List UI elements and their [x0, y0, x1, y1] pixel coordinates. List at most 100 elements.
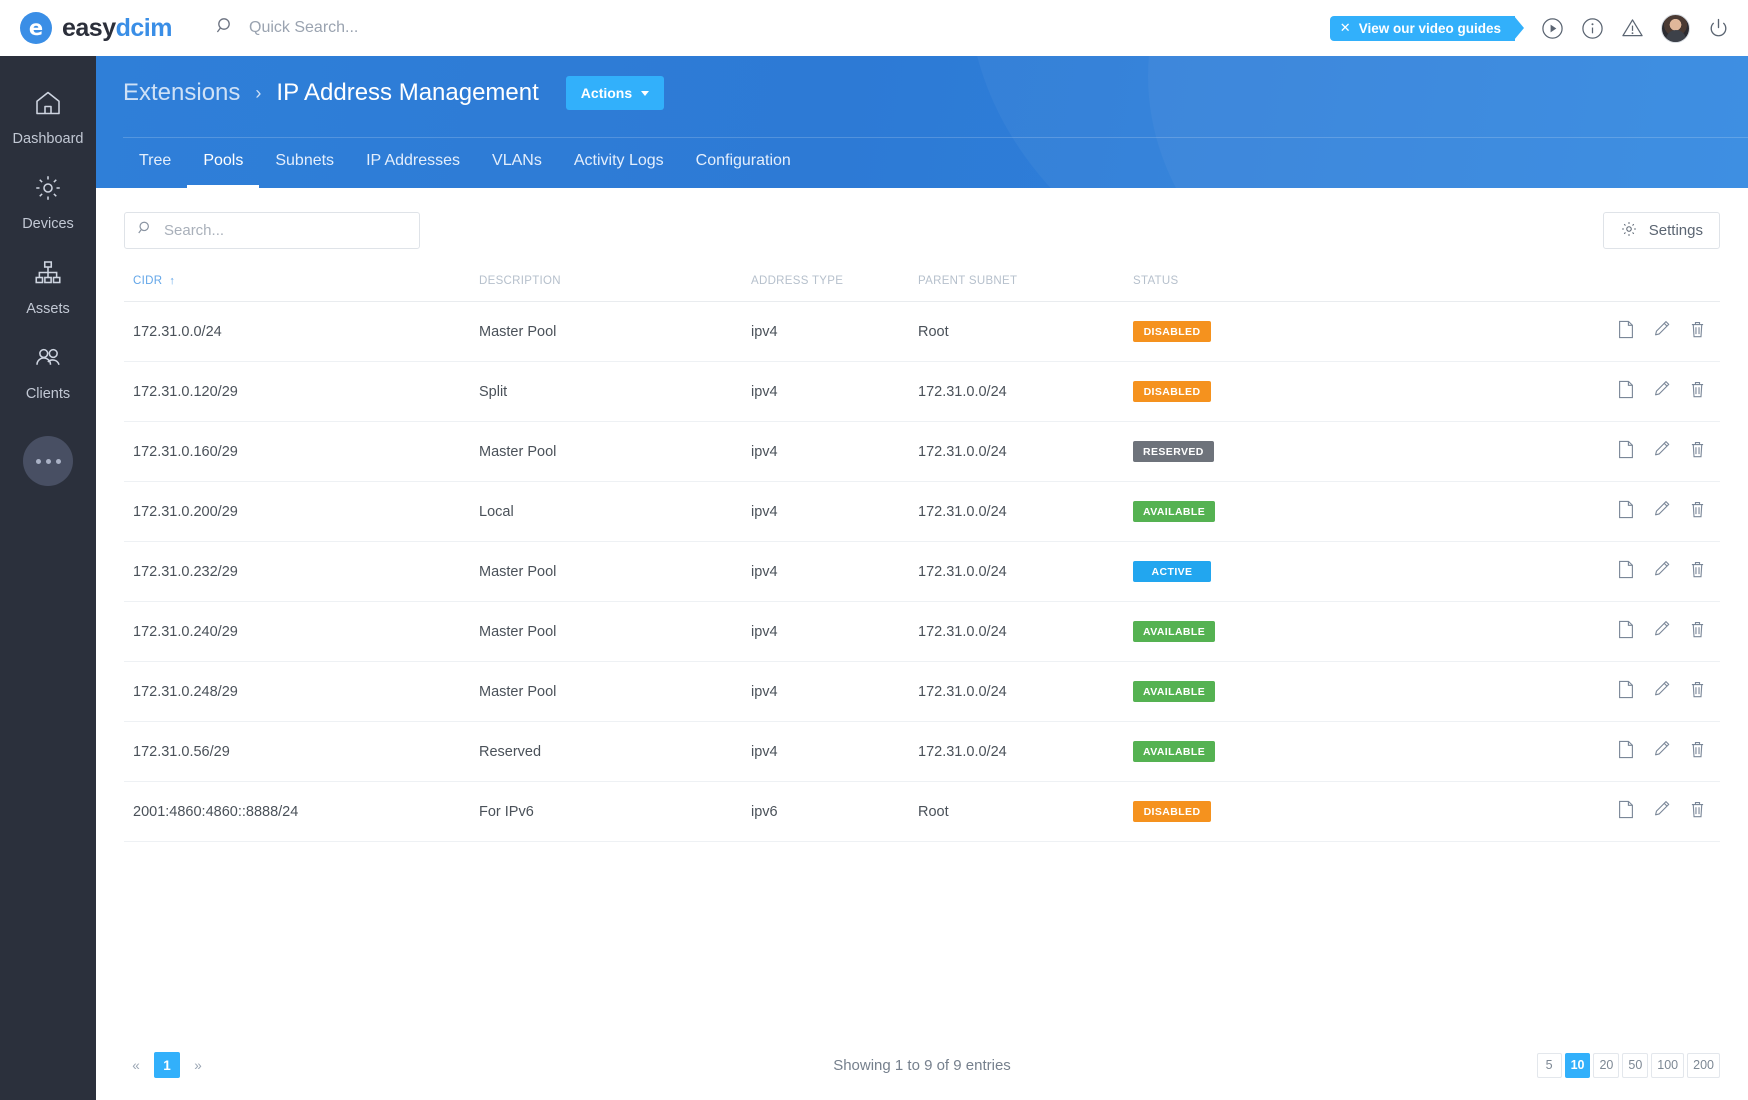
cell-parent-subnet: Root [918, 781, 1133, 842]
sidebar-item-dashboard[interactable]: Dashboard [0, 74, 96, 159]
table-row[interactable]: 172.31.0.56/29 Reserved ipv4 172.31.0.0/24 A… [124, 721, 1720, 782]
tab-subnets[interactable]: Subnets [259, 138, 350, 188]
delete-trash-icon[interactable] [1689, 440, 1706, 459]
table-row[interactable]: 172.31.0.232/29 Master Pool ipv4 172.31.0.0… [124, 541, 1720, 602]
edit-pencil-icon[interactable] [1653, 440, 1671, 459]
cell-parent-subnet: Root [918, 301, 1133, 362]
page-length-100[interactable]: 100 [1651, 1052, 1685, 1078]
cell-description: Local [479, 481, 751, 542]
sitemap-icon [33, 258, 63, 293]
table-header-row: CIDR ↑ DESCRIPTION ADDRESS TYPE PARENT SU… [124, 275, 1720, 302]
split-page-icon[interactable] [1617, 680, 1635, 699]
showing-entries-text: Showing 1 to 9 of 9 entries [833, 1056, 1011, 1074]
column-header-status[interactable]: STATUS [1133, 275, 1433, 302]
split-page-icon[interactable] [1617, 320, 1635, 339]
info-circle-icon[interactable] [1581, 17, 1604, 40]
logo-text: easydcim [62, 14, 172, 43]
tab-ip-addresses[interactable]: IP Addresses [350, 138, 476, 188]
row-action-group [1617, 380, 1706, 399]
column-header-cidr[interactable]: CIDR ↑ [124, 275, 479, 302]
cell-status: AVAILABLE [1133, 481, 1433, 542]
edit-pencil-icon[interactable] [1653, 500, 1671, 519]
delete-trash-icon[interactable] [1689, 320, 1706, 339]
page-length-10[interactable]: 10 [1564, 1052, 1591, 1078]
delete-trash-icon[interactable] [1689, 740, 1706, 759]
power-icon[interactable] [1707, 17, 1730, 40]
sidebar-item-devices[interactable]: Devices [0, 159, 96, 244]
table-row[interactable]: 172.31.0.120/29 Split ipv4 172.31.0.0/24 DIS… [124, 361, 1720, 422]
tab-tree[interactable]: Tree [123, 138, 187, 188]
actions-button[interactable]: Actions [565, 76, 665, 110]
search-icon [215, 16, 235, 41]
table-row[interactable]: 172.31.0.240/29 Master Pool ipv4 172.31.0.0… [124, 601, 1720, 662]
column-header-description[interactable]: DESCRIPTION [479, 275, 751, 302]
column-header-address-type[interactable]: ADDRESS TYPE [751, 275, 918, 302]
delete-trash-icon[interactable] [1689, 680, 1706, 699]
split-page-icon[interactable] [1617, 440, 1635, 459]
table-row[interactable]: 172.31.0.160/29 Master Pool ipv4 172.31.0.0… [124, 421, 1720, 482]
cell-description: Master Pool [479, 421, 751, 482]
edit-pencil-icon[interactable] [1653, 680, 1671, 699]
page-length-5[interactable]: 5 [1536, 1052, 1562, 1078]
cell-actions [1433, 481, 1720, 542]
table-row[interactable]: 172.31.0.200/29 Local ipv4 172.31.0.0/24 AVA… [124, 481, 1720, 542]
cell-status: AVAILABLE [1133, 721, 1433, 782]
play-circle-icon[interactable] [1541, 17, 1564, 40]
quick-search[interactable]: Quick Search... [215, 16, 358, 41]
delete-trash-icon[interactable] [1689, 500, 1706, 519]
split-page-icon[interactable] [1617, 560, 1635, 579]
page-length-200[interactable]: 200 [1687, 1052, 1720, 1078]
avatar[interactable] [1661, 13, 1690, 43]
pools-table: CIDR ↑ DESCRIPTION ADDRESS TYPE PARENT SU… [124, 275, 1720, 842]
sidebar-item-clients[interactable]: Clients [0, 329, 96, 414]
split-page-icon[interactable] [1617, 500, 1635, 519]
split-page-icon[interactable] [1617, 380, 1635, 399]
search-input[interactable] [164, 222, 407, 239]
table-row[interactable]: 2001:4860:4860::8888/24 For IPv6 ipv6 Root D… [124, 781, 1720, 842]
row-action-group [1617, 320, 1706, 339]
tab-pools[interactable]: Pools [187, 138, 260, 188]
status-badge: AVAILABLE [1133, 741, 1216, 762]
edit-pencil-icon[interactable] [1653, 800, 1671, 819]
video-guides-label: View our video guides [1358, 20, 1501, 36]
sidebar-more-button[interactable] [23, 436, 73, 486]
split-page-icon[interactable] [1617, 740, 1635, 759]
tab-vlans[interactable]: VLANs [476, 138, 558, 188]
delete-trash-icon[interactable] [1689, 560, 1706, 579]
table-row[interactable]: 172.31.0.248/29 Master Pool ipv4 172.31.0.0… [124, 661, 1720, 722]
delete-trash-icon[interactable] [1689, 800, 1706, 819]
top-bar-actions: ✕ View our video guides [1329, 13, 1748, 43]
edit-pencil-icon[interactable] [1653, 740, 1671, 759]
sidebar-item-assets[interactable]: Assets [0, 244, 96, 329]
tab-configuration[interactable]: Configuration [680, 138, 807, 188]
breadcrumb: Extensions › IP Address Management Actio… [123, 76, 665, 110]
close-icon[interactable]: ✕ [1340, 20, 1351, 36]
page-length-selector: 5 10 20 50 100 200 [1536, 1052, 1720, 1078]
warning-triangle-icon[interactable] [1621, 17, 1644, 40]
delete-trash-icon[interactable] [1689, 620, 1706, 639]
edit-pencil-icon[interactable] [1653, 320, 1671, 339]
split-page-icon[interactable] [1617, 800, 1635, 819]
breadcrumb-extensions[interactable]: Extensions [123, 79, 240, 107]
cell-description: Master Pool [479, 301, 751, 362]
video-guides-badge[interactable]: ✕ View our video guides [1329, 15, 1525, 41]
edit-pencil-icon[interactable] [1653, 380, 1671, 399]
page-length-50[interactable]: 50 [1622, 1052, 1649, 1078]
cell-status: DISABLED [1133, 361, 1433, 422]
actions-button-label: Actions [580, 85, 633, 101]
cell-status: DISABLED [1133, 301, 1433, 362]
tab-activity-logs[interactable]: Activity Logs [558, 138, 680, 188]
logo[interactable]: e easydcim [0, 0, 190, 56]
page-length-20[interactable]: 20 [1593, 1052, 1620, 1078]
split-page-icon[interactable] [1617, 620, 1635, 639]
delete-trash-icon[interactable] [1689, 380, 1706, 399]
table-row[interactable]: 172.31.0.0/24 Master Pool ipv4 Root DISABLED [124, 301, 1720, 362]
quick-search-placeholder: Quick Search... [249, 19, 359, 36]
column-header-parent-subnet[interactable]: PARENT SUBNET [918, 275, 1133, 302]
logo-icon: e [20, 12, 52, 44]
status-badge: AVAILABLE [1133, 501, 1216, 522]
edit-pencil-icon[interactable] [1653, 620, 1671, 639]
search-box[interactable] [124, 212, 420, 249]
edit-pencil-icon[interactable] [1653, 560, 1671, 579]
settings-button[interactable]: Settings [1602, 212, 1720, 249]
